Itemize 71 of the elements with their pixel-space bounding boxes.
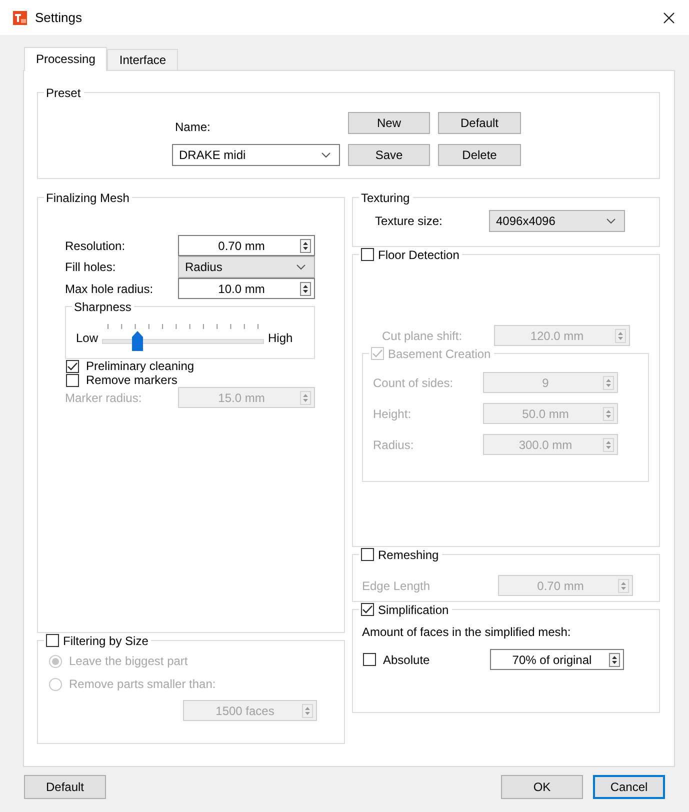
group-title: Simplification xyxy=(378,602,449,616)
chevron-down-icon xyxy=(606,218,616,224)
spin-arrows-icon xyxy=(615,328,626,342)
group-title: Remeshing xyxy=(378,548,439,562)
field-label: Cut plane shift: xyxy=(382,328,464,342)
spin-box[interactable]: 0.70 mm xyxy=(178,235,315,256)
chevron-down-icon xyxy=(321,152,331,158)
button[interactable]: Cancel xyxy=(593,775,665,799)
radio-label: Leave the biggest part xyxy=(69,654,188,668)
checkbox[interactable] xyxy=(363,653,376,666)
button[interactable]: Default xyxy=(438,112,521,134)
dropdown[interactable]: DRAKE midi xyxy=(172,144,340,166)
button[interactable]: New xyxy=(348,112,430,134)
checkbox[interactable] xyxy=(66,360,79,372)
spin-arrows-icon xyxy=(618,578,629,592)
tab[interactable]: Processing xyxy=(24,47,108,71)
checkbox[interactable] xyxy=(361,548,374,561)
field-label: Fill holes: xyxy=(65,260,117,274)
slider[interactable] xyxy=(102,324,264,352)
spin-arrows-icon xyxy=(300,390,311,404)
chevron-down-icon xyxy=(296,264,306,270)
spin-arrows-icon xyxy=(300,282,311,296)
spin-box[interactable]: 10.0 mm xyxy=(178,278,315,299)
group-title: Filtering by Size xyxy=(63,634,148,648)
group-title: Floor Detection xyxy=(378,248,460,262)
field-label: Texture size: xyxy=(375,214,444,228)
app-icon xyxy=(13,10,27,24)
button[interactable]: Default xyxy=(24,775,106,799)
spin-arrows-icon xyxy=(609,652,620,666)
field-label: Radius: xyxy=(373,438,415,452)
checkmark-icon xyxy=(362,605,373,614)
group-title: Texturing xyxy=(361,190,410,204)
spin-arrows-icon xyxy=(603,376,614,390)
button[interactable]: Save xyxy=(348,144,430,166)
spin-arrows-icon xyxy=(603,438,614,452)
spin-box[interactable]: 70% of original xyxy=(490,649,624,670)
checkmark-icon xyxy=(67,362,78,370)
close-icon[interactable] xyxy=(663,12,675,24)
group-title: Finalizing Mesh xyxy=(46,190,130,204)
field-label: Max hole radius: xyxy=(65,282,154,296)
radio-label: Remove parts smaller than: xyxy=(69,677,216,691)
checkbox-label: Preliminary cleaning xyxy=(86,359,194,373)
checkmark-icon xyxy=(372,349,383,358)
spin-arrows-icon xyxy=(300,238,311,252)
tab[interactable]: Interface xyxy=(107,49,178,70)
window-title: Settings xyxy=(35,10,82,25)
button[interactable]: OK xyxy=(501,775,583,799)
field-label: Marker radius: xyxy=(65,390,143,404)
field-label: Edge Length xyxy=(362,578,432,592)
field-label: Resolution: xyxy=(65,238,126,252)
dropdown[interactable]: Radius xyxy=(178,256,315,278)
button[interactable]: Delete xyxy=(438,144,521,166)
spin-arrows-icon xyxy=(302,704,313,718)
field-label: Count of sides: xyxy=(373,376,454,390)
checkbox[interactable] xyxy=(361,248,374,261)
dropdown[interactable]: 4096x4096 xyxy=(489,210,625,232)
slider-thumb[interactable] xyxy=(132,331,144,351)
group-title: Sharpness xyxy=(74,300,132,314)
checkbox[interactable] xyxy=(66,374,79,386)
slider-min-label: Low xyxy=(76,331,98,345)
field-label: Height: xyxy=(373,406,412,420)
checkbox-label: Remove markers xyxy=(86,373,178,387)
spin-arrows-icon xyxy=(603,406,614,420)
checkbox-label: Absolute xyxy=(383,652,431,666)
field-label: Name: xyxy=(174,120,212,134)
checkbox[interactable] xyxy=(361,603,374,616)
description-text: Amount of faces in the simplified mesh: xyxy=(362,625,572,639)
slider-max-label: High xyxy=(268,331,293,345)
group-title: Preset xyxy=(46,86,81,100)
checkbox[interactable] xyxy=(46,634,59,647)
group-title: Basement Creation xyxy=(388,346,491,360)
